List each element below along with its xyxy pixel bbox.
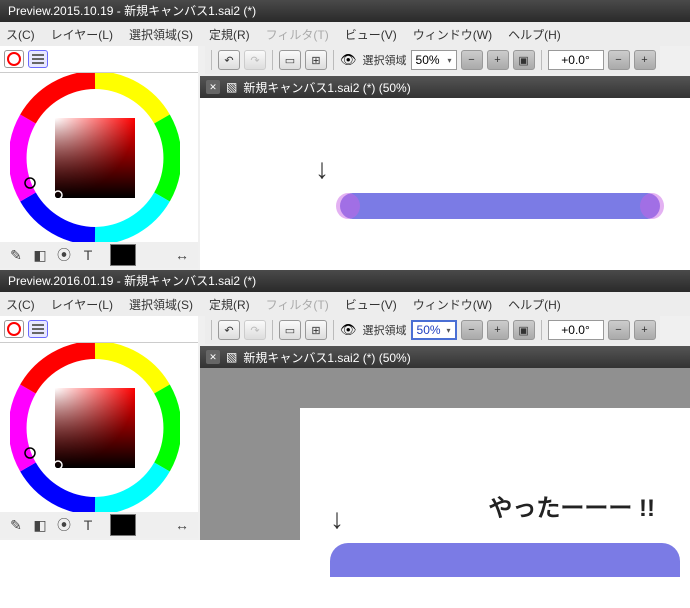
eraser-tool[interactable]: ◧ [30, 515, 50, 535]
window-top: Preview.2015.10.19 - 新規キャンバス1.sai2 (*) ス… [0, 0, 690, 270]
color-wheel-mode-button[interactable] [4, 320, 24, 338]
menu-bar: ス(C) レイヤー(L) 選択領域(S) 定規(R) フィルタ(T) ビュー(V… [0, 292, 690, 316]
color-wheel[interactable] [10, 73, 180, 243]
redo-button[interactable]: ↷ [244, 320, 266, 340]
canvas-viewport[interactable]: ↓ [200, 98, 690, 270]
color-wheel-mode-button[interactable] [4, 50, 24, 68]
brush-stroke [340, 193, 660, 219]
menu-help[interactable]: ヘルプ(H) [508, 296, 561, 313]
rotate-left-button[interactable]: − [608, 50, 630, 70]
arrow-annotation: ↓ [330, 503, 344, 535]
selection-label: 選択領域 [363, 322, 407, 338]
menu-help[interactable]: ヘルプ(H) [508, 26, 561, 43]
left-panel [0, 46, 198, 243]
document-tab[interactable]: ✕ ▧ 新規キャンバス1.sai2 (*) (50%) [200, 346, 690, 368]
text-tool[interactable]: T [78, 515, 98, 535]
chevron-down-icon: ▾ [447, 326, 451, 335]
zoom-input[interactable]: 50%▾ [411, 50, 457, 70]
document-tab-label: 新規キャンバス1.sai2 (*) (50%) [243, 349, 410, 366]
menu-filter[interactable]: フィルタ(T) [266, 296, 329, 313]
menu-selection[interactable]: 選択領域(S) [129, 26, 193, 43]
rotate-left-button[interactable]: − [608, 320, 630, 340]
zoom-in-button[interactable]: + [487, 320, 509, 340]
eye-icon: 👁 [340, 322, 357, 338]
menu-view[interactable]: ビュー(V) [345, 296, 397, 313]
menu-layer[interactable]: レイヤー(L) [51, 296, 113, 313]
close-tab-button[interactable]: ✕ [206, 350, 220, 364]
canvas-icon: ▧ [226, 80, 237, 94]
flip-button[interactable]: ↔ [172, 515, 192, 535]
menu-view[interactable]: ビュー(V) [345, 26, 397, 43]
color-swatch[interactable] [110, 244, 136, 266]
left-panel [0, 316, 198, 513]
pen-tool[interactable]: ✎ [6, 515, 26, 535]
panel-mode-row [0, 316, 198, 343]
lines-mode-button[interactable] [28, 50, 48, 68]
menu-canvas[interactable]: ス(C) [6, 296, 35, 313]
rotate-right-button[interactable]: + [634, 320, 656, 340]
view-toolbar: ↶ ↷ ▭ ⊞ 👁 選択領域 50%▾ − + ▣ +0.0° − + [205, 46, 660, 74]
zoom-out-button[interactable]: − [461, 50, 483, 70]
grid-button[interactable]: ⊞ [305, 320, 327, 340]
eye-icon: 👁 [340, 52, 357, 68]
menu-ruler[interactable]: 定規(R) [209, 296, 250, 313]
color-wheel-area [0, 343, 198, 513]
brush-stroke [330, 543, 680, 577]
zoom-in-button[interactable]: + [487, 50, 509, 70]
document-tab-label: 新規キャンバス1.sai2 (*) (50%) [243, 79, 410, 96]
menu-selection[interactable]: 選択領域(S) [129, 296, 193, 313]
close-tab-button[interactable]: ✕ [206, 80, 220, 94]
panel-mode-row [0, 46, 198, 73]
zoom-out-button[interactable]: − [461, 320, 483, 340]
menu-ruler[interactable]: 定規(R) [209, 26, 250, 43]
title-bar: Preview.2016.01.19 - 新規キャンバス1.sai2 (*) [0, 270, 690, 292]
menu-filter[interactable]: フィルタ(T) [266, 26, 329, 43]
menu-bar: ス(C) レイヤー(L) 選択領域(S) 定規(R) フィルタ(T) ビュー(V… [0, 22, 690, 46]
angle-input[interactable]: +0.0° [548, 320, 604, 340]
chevron-down-icon: ▾ [448, 56, 452, 65]
canvas[interactable]: ↓ [200, 98, 690, 270]
canvas-icon: ▧ [226, 350, 237, 364]
menu-canvas[interactable]: ス(C) [6, 26, 35, 43]
zoom-input[interactable]: 50%▾ [411, 320, 457, 340]
color-wheel-area [0, 73, 198, 243]
menu-window[interactable]: ウィンドウ(W) [413, 26, 492, 43]
zoom-reset-button[interactable]: ▣ [513, 50, 535, 70]
pen-tool[interactable]: ✎ [6, 245, 26, 265]
fit-button[interactable]: ▭ [279, 50, 301, 70]
brush-tool[interactable]: ⦿ [54, 515, 74, 535]
flip-button[interactable]: ↔ [172, 245, 192, 265]
tool-row: ✎ ◧ ⦿ T ↔ [0, 242, 198, 268]
view-toolbar: ↶ ↷ ▭ ⊞ 👁 選択領域 50%▾ − + ▣ +0.0° − + [205, 316, 660, 344]
title-bar: Preview.2015.10.19 - 新規キャンバス1.sai2 (*) [0, 0, 690, 22]
brush-tool[interactable]: ⦿ [54, 245, 74, 265]
rotate-right-button[interactable]: + [634, 50, 656, 70]
undo-button[interactable]: ↶ [218, 320, 240, 340]
canvas-viewport[interactable]: ↓ やったーーー !! [200, 368, 690, 540]
angle-input[interactable]: +0.0° [548, 50, 604, 70]
window-bottom: Preview.2016.01.19 - 新規キャンバス1.sai2 (*) ス… [0, 270, 690, 540]
document-tab[interactable]: ✕ ▧ 新規キャンバス1.sai2 (*) (50%) [200, 76, 690, 98]
color-swatch[interactable] [110, 514, 136, 536]
fit-button[interactable]: ▭ [279, 320, 301, 340]
tool-row: ✎ ◧ ⦿ T ↔ [0, 512, 198, 538]
color-wheel[interactable] [10, 343, 180, 513]
eraser-tool[interactable]: ◧ [30, 245, 50, 265]
window-title: Preview.2015.10.19 - 新規キャンバス1.sai2 (*) [8, 4, 256, 18]
lines-mode-button[interactable] [28, 320, 48, 338]
redo-button[interactable]: ↷ [244, 50, 266, 70]
zoom-reset-button[interactable]: ▣ [513, 320, 535, 340]
handwriting-annotation: やったーーー !! [488, 488, 655, 523]
menu-layer[interactable]: レイヤー(L) [51, 26, 113, 43]
undo-button[interactable]: ↶ [218, 50, 240, 70]
selection-label: 選択領域 [363, 52, 407, 68]
arrow-annotation: ↓ [315, 153, 329, 185]
menu-window[interactable]: ウィンドウ(W) [413, 296, 492, 313]
window-title: Preview.2016.01.19 - 新規キャンバス1.sai2 (*) [8, 274, 256, 288]
text-tool[interactable]: T [78, 245, 98, 265]
grid-button[interactable]: ⊞ [305, 50, 327, 70]
